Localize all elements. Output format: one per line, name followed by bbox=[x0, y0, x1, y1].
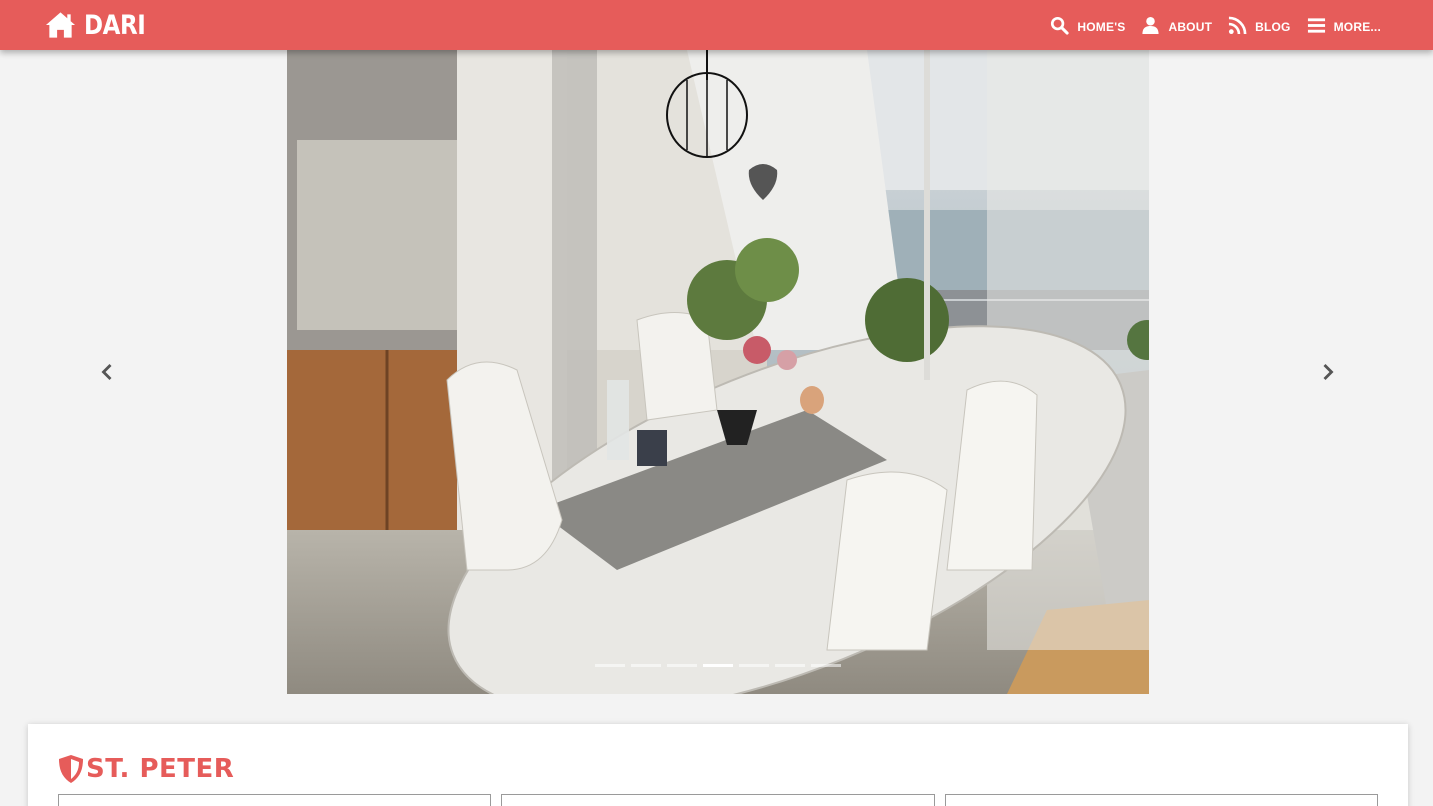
nav-more[interactable]: MORE... bbox=[1307, 16, 1381, 35]
carousel-indicator[interactable] bbox=[631, 664, 661, 667]
home-icon bbox=[45, 12, 76, 38]
carousel-prev-button[interactable] bbox=[94, 360, 118, 384]
carousel-indicator[interactable] bbox=[739, 664, 769, 667]
nav-blog-label: BLOG bbox=[1255, 20, 1291, 34]
detail-panel bbox=[58, 794, 491, 806]
bars-icon bbox=[1307, 17, 1325, 33]
listing-title-text: ST. PETER bbox=[86, 754, 235, 784]
nav-homes[interactable]: HOME'S bbox=[1050, 16, 1125, 35]
brand-name: DARI bbox=[84, 9, 146, 41]
carousel-indicator-active[interactable] bbox=[703, 664, 733, 667]
nav-blog[interactable]: BLOG bbox=[1228, 16, 1290, 35]
brand-link[interactable]: DARI bbox=[45, 8, 156, 42]
detail-panel bbox=[501, 794, 935, 806]
photo-carousel bbox=[0, 50, 1433, 694]
rss-icon bbox=[1228, 16, 1247, 34]
nav-about[interactable]: ABOUT bbox=[1141, 16, 1212, 35]
chevron-left-icon bbox=[101, 364, 112, 380]
main-nav: HOME'S ABOUT BLOG MORE... bbox=[1034, 0, 1381, 50]
nav-more-label: MORE... bbox=[1333, 20, 1381, 34]
carousel-indicator[interactable] bbox=[775, 664, 805, 667]
user-icon bbox=[1142, 16, 1160, 34]
carousel-next-button[interactable] bbox=[1317, 360, 1341, 384]
carousel-indicators bbox=[595, 664, 847, 667]
nav-about-label: ABOUT bbox=[1168, 20, 1213, 34]
listing-card: ST. PETER bbox=[28, 724, 1408, 806]
chevron-right-icon bbox=[1323, 364, 1334, 380]
detail-panel bbox=[945, 794, 1378, 806]
listing-photo bbox=[287, 50, 1149, 694]
search-icon bbox=[1051, 16, 1070, 35]
carousel-slide bbox=[287, 50, 1149, 694]
nav-homes-label: HOME'S bbox=[1077, 20, 1126, 34]
shield-icon bbox=[59, 755, 83, 783]
listing-title: ST. PETER bbox=[58, 754, 234, 784]
carousel-indicator[interactable] bbox=[595, 664, 625, 667]
carousel-indicator[interactable] bbox=[667, 664, 697, 667]
carousel-indicator[interactable] bbox=[811, 664, 841, 667]
top-navbar: DARI HOME'S ABOUT BLOG MORE... bbox=[0, 0, 1433, 50]
